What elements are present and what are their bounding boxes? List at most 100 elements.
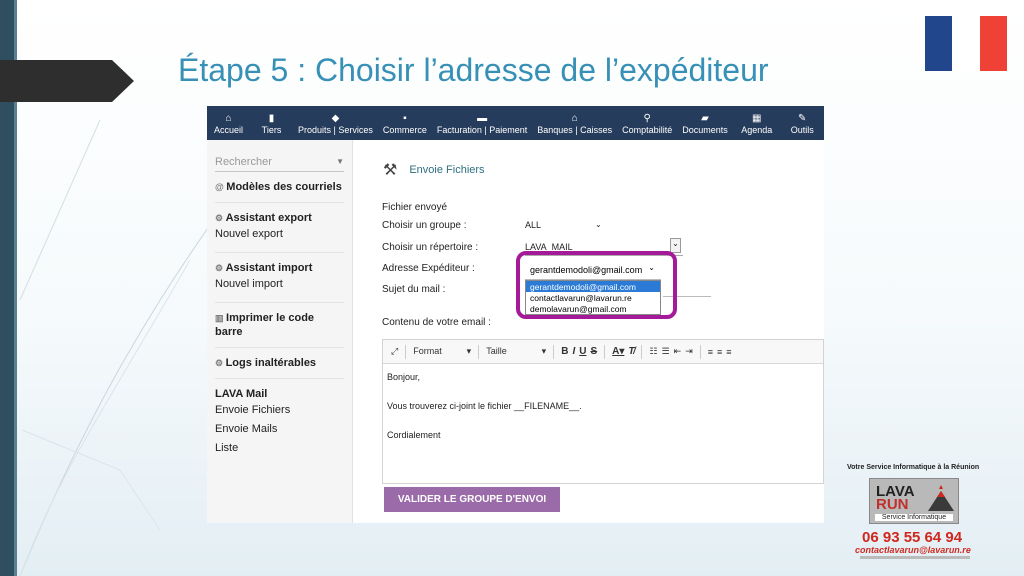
align-center-icon[interactable]: ≡: [717, 347, 722, 357]
home-icon: ⌂: [225, 112, 232, 124]
barcode-icon: ▥: [215, 313, 227, 323]
service-tagline: Votre Service Informatique à la Réunion: [847, 464, 980, 471]
sidebar-section: @ Modèles des courriels: [215, 172, 344, 203]
nav-item-banques-caisses[interactable]: ⌂ Banques | Caisses: [532, 106, 617, 140]
sidebar-section-title[interactable]: LAVA Mail: [215, 387, 344, 401]
dropdown-highlight-outline: [516, 251, 677, 319]
chevron-down-icon: ▼: [336, 157, 344, 166]
sidebar-link[interactable]: Envoie Fichiers: [215, 401, 344, 420]
gears-icon: ⚙: [215, 263, 226, 273]
sidebar-section-label: Logs inaltérables: [225, 357, 317, 369]
sidebar-section: ⚙ Assistant import Nouvel import: [215, 253, 344, 303]
format-select[interactable]: Format ▾: [413, 346, 471, 357]
panel-header: ⚒ Envoie Fichiers: [383, 160, 485, 180]
bullet-list-icon[interactable]: ☰: [662, 346, 670, 357]
align-right-icon[interactable]: ≡: [726, 347, 731, 357]
toolbar-separator: [478, 344, 480, 359]
editor-line: Cordialement: [387, 430, 441, 440]
maximize-icon[interactable]: ⤢: [391, 346, 398, 357]
nav-item-agenda[interactable]: ▦ Agenda: [733, 106, 781, 140]
valider-groupe-button[interactable]: VALIDER LE GROUPE D'ENVOI: [384, 487, 560, 512]
nav-item-label: Facturation | Paiement: [436, 124, 528, 135]
nav-item-facturation-paiement[interactable]: ▬ Facturation | Paiement: [432, 106, 532, 140]
outdent-icon[interactable]: ⇤: [674, 346, 682, 357]
nav-item-documents[interactable]: ▰ Documents: [677, 106, 733, 140]
bank-icon: ⌂: [571, 112, 578, 124]
cube-icon: ◆: [331, 112, 340, 124]
search-placeholder: Rechercher: [215, 155, 272, 168]
phone-number: 06 93 55 64 94: [862, 529, 963, 546]
groupe-label: Choisir un groupe :: [382, 220, 467, 231]
nav-item-commerce[interactable]: ▪ Commerce: [378, 106, 432, 140]
underline-icon[interactable]: U: [579, 346, 586, 357]
sidebar-link[interactable]: Nouvel export: [215, 225, 344, 244]
editor-toolbar: ⤢ Format ▾ Taille ▾ B I U S A▾ T̸ ☷ ☰ ⇤ …: [383, 340, 823, 364]
gears-icon: ⚙: [215, 213, 226, 223]
gears-icon: ⚙: [215, 358, 226, 368]
groupe-select[interactable]: ALL ⌄: [525, 220, 605, 234]
strikethrough-icon[interactable]: S: [590, 346, 597, 357]
wrench-icon: ✎: [798, 112, 807, 124]
editor-content[interactable]: Bonjour, Vous trouverez ci-joint le fichi…: [383, 364, 823, 467]
main-panel: ⚒ Envoie Fichiers Fichier envoyé Choisir…: [353, 140, 824, 523]
sidebar-section-title[interactable]: ⚙ Assistant import: [215, 261, 344, 275]
sidebar-sections: @ Modèles des courriels ⚙ Assistant expor…: [207, 172, 352, 466]
sidebar-section-label: Modèles des courriels: [226, 181, 342, 193]
sidebar-section-label: Assistant export: [225, 212, 312, 224]
nav-item-label: Comptabilité: [622, 124, 673, 135]
contact-email[interactable]: contactlavarun@lavarun.re: [855, 545, 971, 555]
chevron-down-icon: ⌄: [670, 238, 681, 253]
repertoire-label: Choisir un répertoire :: [382, 242, 479, 253]
sidebar-section: ⚙ Assistant export Nouvel export: [215, 203, 344, 253]
toolbar-separator: [699, 344, 701, 359]
sidebar-section-title[interactable]: ⚙ Assistant export: [215, 211, 344, 225]
at-icon: @: [215, 182, 227, 192]
tools-icon: ⚒: [383, 162, 398, 179]
chevron-down-icon: ▾: [466, 346, 472, 356]
nav-item-outils[interactable]: ✎ Outils: [781, 106, 824, 140]
nav-item-label: Documents: [682, 124, 728, 135]
sidebar-section-title[interactable]: ⚙ Logs inaltérables: [215, 356, 344, 370]
bold-icon[interactable]: B: [561, 346, 568, 357]
sidebar-section: ⚙ Logs inaltérables: [215, 348, 344, 379]
size-select[interactable]: Taille ▾: [486, 346, 546, 357]
sidebar-link[interactable]: Nouvel import: [215, 275, 344, 294]
flag-stripe: [925, 16, 953, 71]
briefcase-icon: ▪: [403, 112, 407, 124]
sidebar-search-select[interactable]: Rechercher ▼: [215, 152, 344, 172]
nav-item-tiers[interactable]: ▮ Tiers: [250, 106, 293, 140]
sidebar-link[interactable]: Liste: [215, 439, 344, 458]
nav-item-label: Produits | Services: [298, 124, 373, 135]
align-left-icon[interactable]: ≡: [708, 347, 713, 357]
email-editor[interactable]: ⤢ Format ▾ Taille ▾ B I U S A▾ T̸ ☷ ☰ ⇤ …: [382, 339, 824, 484]
sujet-label: Sujet du mail :: [382, 284, 446, 295]
toolbar-separator: [405, 344, 407, 359]
chevron-down-icon: ▾: [541, 346, 547, 356]
nav-item-label: Agenda: [741, 124, 773, 135]
search-icon: ⚲: [643, 112, 651, 124]
logo-line2: RUN: [876, 496, 909, 513]
toolbar-separator: [641, 344, 643, 359]
sidebar-section: ▥ Imprimer le code barre: [215, 303, 344, 348]
nav-item-accueil[interactable]: ⌂ Accueil: [207, 106, 250, 140]
text-color-icon[interactable]: A▾: [612, 346, 624, 357]
sidebar-section-title[interactable]: @ Modèles des courriels: [215, 180, 344, 194]
nav-item-label: Commerce: [382, 124, 427, 135]
fichier-label: Fichier envoyé: [382, 202, 448, 213]
nav-item-produits-services[interactable]: ◆ Produits | Services: [293, 106, 378, 140]
flag-stripe: [979, 16, 1007, 71]
indent-icon[interactable]: ⇥: [685, 346, 693, 357]
nav-item-comptabilit-[interactable]: ⚲ Comptabilité: [617, 106, 677, 140]
numbered-list-icon[interactable]: ☷: [649, 346, 657, 357]
folder-icon: ▰: [701, 112, 709, 124]
expediteur-label: Adresse Expéditeur :: [382, 263, 475, 274]
toolbar-separator: [553, 344, 555, 359]
sidebar-section-label: Assistant import: [225, 262, 313, 274]
remove-format-icon[interactable]: T̸: [628, 346, 634, 357]
toolbar-separator: [604, 344, 606, 359]
flag-stripe: [952, 16, 980, 71]
sidebar-link[interactable]: Envoie Mails: [215, 420, 344, 439]
sidebar-section: LAVA Mail Envoie Fichiers Envoie Mails List…: [215, 379, 344, 466]
sidebar-section-title[interactable]: ▥ Imprimer le code barre: [215, 311, 344, 339]
italic-icon[interactable]: I: [572, 346, 575, 357]
